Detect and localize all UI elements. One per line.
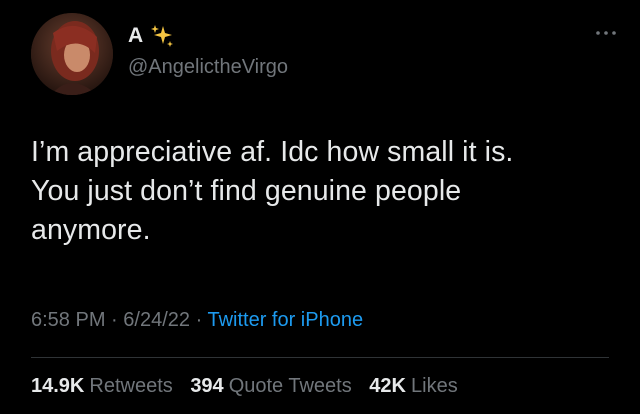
likes-stat[interactable]: 42K Likes — [369, 375, 457, 397]
tweet-stats: 14.9K Retweets 394 Quote Tweets 42K Likes — [31, 375, 470, 398]
retweets-count: 14.9K — [31, 375, 85, 397]
retweets-label: Retweets — [89, 375, 173, 397]
author-info: A @AngelictheVirgo — [128, 22, 288, 79]
divider — [31, 357, 609, 358]
quote-tweets-count: 394 — [190, 375, 224, 397]
display-name[interactable]: A — [128, 24, 143, 48]
tweet-text: I’m appreciative af. Idc how small it is… — [31, 136, 514, 246]
user-handle[interactable]: @AngelictheVirgo — [128, 56, 288, 79]
meta-separator: · — [195, 309, 203, 331]
quote-tweets-stat[interactable]: 394 Quote Tweets — [190, 375, 351, 397]
likes-count: 42K — [369, 375, 406, 397]
sparkles-icon — [149, 23, 175, 49]
display-name-row: A — [128, 22, 288, 50]
tweet-card[interactable]: A @AngelictheVirgo I’m appreciative af. … — [0, 0, 640, 414]
tweet-time[interactable]: 6:58 PM — [31, 309, 105, 331]
tweet-source-link[interactable]: Twitter for iPhone — [207, 309, 363, 331]
likes-label: Likes — [411, 375, 458, 397]
avatar-image — [31, 13, 113, 95]
avatar[interactable] — [31, 13, 113, 95]
retweets-stat[interactable]: 14.9K Retweets — [31, 375, 173, 397]
tweet-date[interactable]: 6/24/22 — [123, 309, 190, 331]
tweet-meta: 6:58 PM · 6/24/22 · Twitter for iPhone — [31, 309, 363, 332]
meta-separator: · — [111, 309, 118, 331]
quote-tweets-label: Quote Tweets — [228, 375, 352, 397]
more-options-icon[interactable] — [594, 26, 618, 38]
